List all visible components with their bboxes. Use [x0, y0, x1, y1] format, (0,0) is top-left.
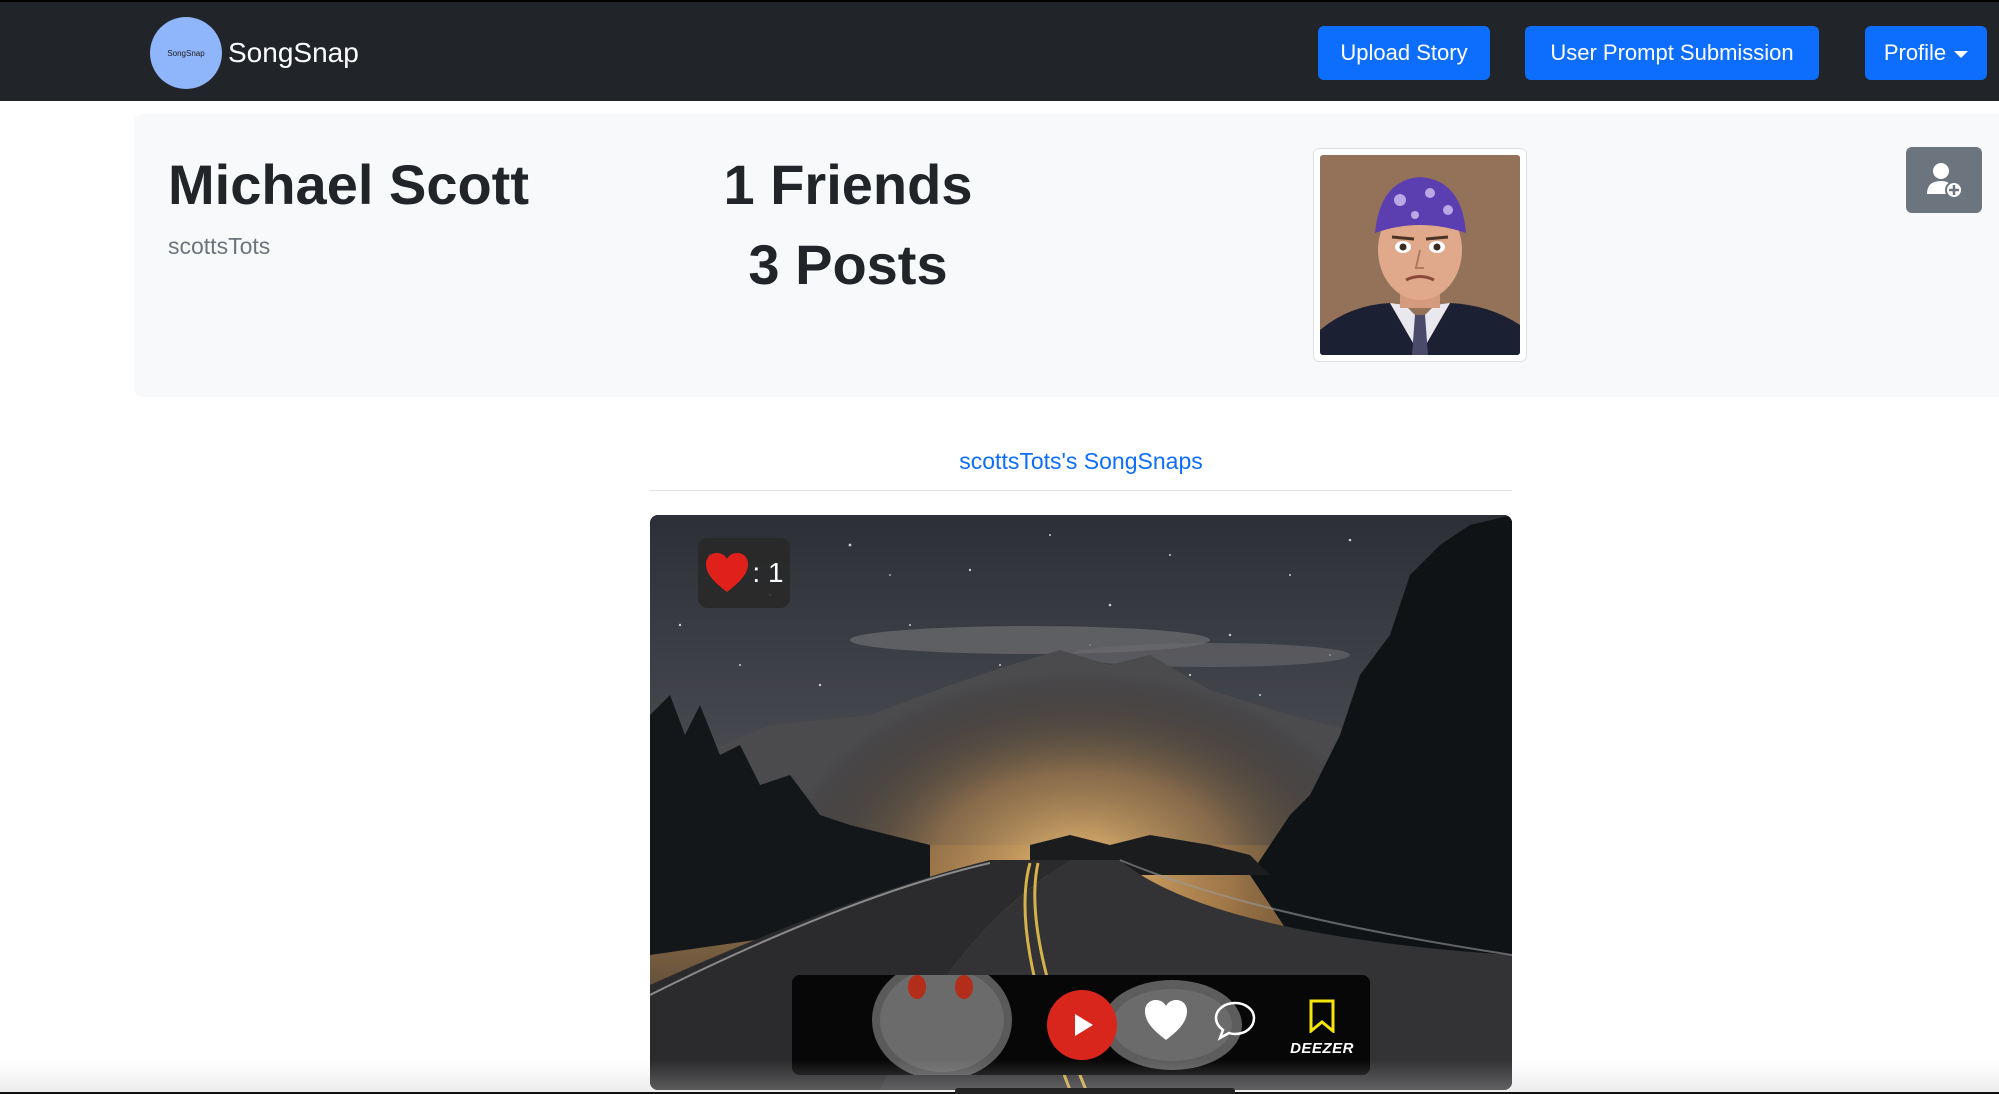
friends-count: 1 Friends — [723, 153, 973, 216]
deezer-save-button[interactable]: DEEZER — [1287, 999, 1357, 1059]
songsnap-post[interactable]: : 1 DEEZER — [650, 515, 1512, 1090]
play-button[interactable] — [1047, 990, 1117, 1060]
brand-logo: SongSnap — [150, 17, 222, 89]
top-navbar: SongSnap SongSnap Upload Story User Prom… — [0, 0, 1999, 101]
posts-count: 3 Posts — [748, 233, 948, 296]
add-friend-button[interactable] — [1906, 147, 1982, 213]
caret-down-icon — [1954, 50, 1969, 58]
likes-badge: : 1 — [698, 538, 790, 608]
comment-icon[interactable] — [1212, 997, 1258, 1043]
songsnaps-heading[interactable]: scottsTots's SongSnaps — [650, 448, 1512, 475]
add-user-icon — [1927, 163, 1963, 199]
bookmark-icon — [1309, 999, 1335, 1035]
brand-logo-text: SongSnap — [167, 48, 205, 58]
brand[interactable]: SongSnap SongSnap — [150, 17, 359, 89]
person-photo-icon — [1320, 155, 1520, 355]
brand-name: SongSnap — [228, 37, 359, 68]
section-divider — [650, 490, 1512, 491]
profile-username: scottsTots — [168, 233, 271, 259]
deezer-label: DEEZER — [1290, 1040, 1354, 1057]
deezer-player: DEEZER — [792, 975, 1370, 1075]
heart-filled-icon — [706, 553, 749, 592]
bottom-tab-indicator — [955, 1088, 1235, 1094]
profile-avatar — [1313, 148, 1527, 362]
heart-icon[interactable] — [1142, 997, 1190, 1043]
likes-count: : 1 — [752, 557, 784, 588]
profile-dropdown-button[interactable]: Profile — [1865, 26, 1987, 80]
play-icon — [1075, 1014, 1093, 1036]
upload-story-button[interactable]: Upload Story — [1318, 26, 1490, 80]
profile-full-name: Michael Scott — [168, 153, 529, 216]
profile-dropdown-label: Profile — [1883, 40, 1947, 65]
user-prompt-submission-button[interactable]: User Prompt Submission — [1525, 26, 1819, 80]
